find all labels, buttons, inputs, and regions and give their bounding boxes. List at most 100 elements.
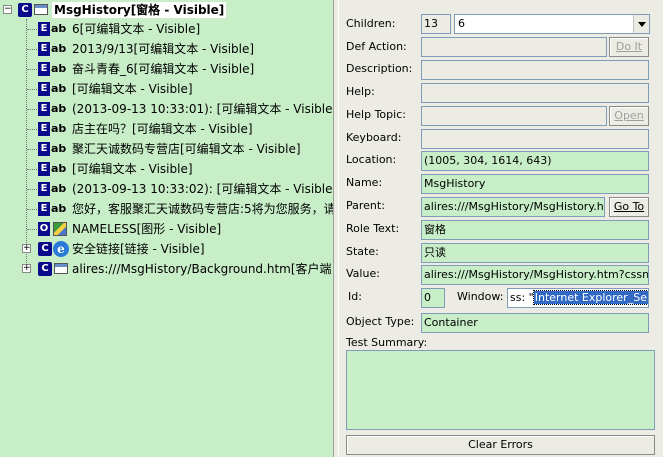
tree-connector	[27, 69, 37, 70]
ab-icon: ab	[51, 22, 67, 35]
children-label: Children:	[346, 17, 396, 30]
tree-node[interactable]: E ab (2013-09-13 10:33:01): [可编辑文本 - Vis…	[0, 99, 333, 119]
tree-connector	[27, 29, 37, 30]
container-icon: C	[38, 242, 52, 256]
tree-connector	[27, 169, 37, 170]
tree-node[interactable]: O NAMELESS[图形 - Visible]	[0, 219, 333, 239]
clear-errors-button[interactable]: Clear Errors	[346, 435, 655, 455]
object-type-field: Container	[421, 313, 649, 333]
window-field-selection: Internet Explorer_Server	[532, 290, 648, 305]
tree-node[interactable]: + C e 安全链接[链接 - Visible]	[0, 239, 333, 259]
tree-node-label: 您好，客服聚汇天诚数码专营店:5将为您服务，请	[72, 202, 333, 216]
def-action-label: Def Action:	[346, 40, 407, 53]
ab-icon: ab	[51, 82, 67, 95]
tree-node[interactable]: E ab 6[可编辑文本 - Visible]	[0, 19, 333, 39]
tree-node-label: 安全链接[链接 - Visible]	[72, 242, 205, 256]
tree-node[interactable]: E ab 2013/9/13[可编辑文本 - Visible]	[0, 39, 333, 59]
window-label: Window:	[457, 290, 504, 303]
keyboard-label: Keyboard:	[346, 131, 402, 144]
tree-connector	[27, 49, 37, 50]
state-field: 只读	[421, 243, 649, 263]
ab-icon: ab	[51, 62, 67, 75]
tree-node-label: alires:///MsgHistory/Background.htm[客户端	[72, 262, 332, 276]
role-text-field: 窗格	[421, 220, 649, 240]
name-label: Name:	[346, 176, 383, 189]
name-field: MsgHistory	[421, 174, 649, 194]
tree-node-label: [可编辑文本 - Visible]	[72, 162, 193, 176]
tree-node[interactable]: E ab [可编辑文本 - Visible]	[0, 79, 333, 99]
graphic-icon	[53, 222, 67, 236]
object-icon: O	[38, 222, 50, 236]
ab-icon: ab	[51, 42, 67, 55]
help-field	[421, 83, 649, 103]
tree-node-label: NAMELESS[图形 - Visible]	[72, 222, 222, 236]
editable-text-icon: E	[38, 62, 50, 76]
ab-icon: ab	[51, 202, 67, 215]
help-topic-field	[421, 106, 607, 126]
tree-connector	[27, 229, 37, 230]
parent-field: alires:///MsgHistory/MsgHistory.htm?c	[421, 197, 605, 217]
children-dropdown-value: 6	[458, 17, 465, 30]
tree-node-root[interactable]: − C MsgHistory[窗格 - Visible]	[0, 0, 333, 20]
editable-text-icon: E	[38, 102, 50, 116]
tree-node[interactable]: E ab 聚汇天诚数码专营店[可编辑文本 - Visible]	[0, 139, 333, 159]
value-field: alires:///MsgHistory/MsgHistory.htm?cssn…	[421, 265, 649, 285]
tree-connector	[27, 109, 37, 110]
id-label: Id:	[348, 290, 362, 303]
editable-text-icon: E	[38, 202, 50, 216]
tree-node[interactable]: E ab 奋斗青春_6[可编辑文本 - Visible]	[0, 59, 333, 79]
tree-node-label: 聚汇天诚数码专营店[可编辑文本 - Visible]	[72, 142, 301, 156]
ab-icon: ab	[51, 122, 67, 135]
ab-icon: ab	[51, 162, 67, 175]
editable-text-icon: E	[38, 42, 50, 56]
ab-icon: ab	[51, 142, 67, 155]
def-action-field	[421, 37, 607, 57]
tree-node[interactable]: + C alires:///MsgHistory/Background.htm[…	[0, 259, 333, 279]
editable-text-icon: E	[38, 142, 50, 156]
open-button[interactable]: Open	[609, 106, 649, 126]
location-label: Location:	[346, 153, 397, 166]
test-summary-label: Test Summary:	[346, 336, 428, 349]
tree-node[interactable]: E ab 店主在吗？[可编辑文本 - Visible]	[0, 119, 333, 139]
help-topic-label: Help Topic:	[346, 108, 406, 121]
state-label: State:	[346, 245, 379, 258]
tree-node[interactable]: E ab 您好，客服聚汇天诚数码专营店:5将为您服务，请	[0, 199, 333, 219]
dropdown-arrow-icon[interactable]	[633, 15, 649, 33]
description-field	[421, 60, 649, 80]
go-to-button[interactable]: Go To	[609, 197, 649, 217]
parent-label: Parent:	[346, 199, 385, 212]
tree-node-label: 店主在吗？[可编辑文本 - Visible]	[72, 122, 253, 136]
expand-icon[interactable]: +	[22, 244, 31, 253]
tree-node-label: 6[可编辑文本 - Visible]	[72, 22, 201, 36]
keyboard-field	[421, 129, 649, 149]
children-dropdown[interactable]: 6	[454, 14, 650, 34]
container-icon: C	[38, 262, 52, 276]
id-field: 0	[421, 288, 445, 308]
window-icon	[34, 4, 48, 15]
description-label: Description:	[346, 62, 413, 75]
client-window-icon	[54, 263, 68, 274]
tree-connector	[27, 129, 37, 130]
tree-node[interactable]: E ab [可编辑文本 - Visible]	[0, 159, 333, 179]
tree-node-label: 2013/9/13[可编辑文本 - Visible]	[72, 42, 255, 56]
expand-icon[interactable]: +	[22, 264, 31, 273]
container-icon: C	[18, 3, 32, 17]
window-field[interactable]: ss: "Internet Explorer_Server	[507, 288, 649, 308]
tree-node-label: MsgHistory[窗格 - Visible]	[52, 2, 227, 18]
link-icon: e	[53, 241, 69, 257]
editable-text-icon: E	[38, 22, 50, 36]
location-field: (1005, 304, 1614, 643)	[421, 151, 649, 171]
tree-node-label: [可编辑文本 - Visible]	[72, 82, 193, 96]
test-summary-box[interactable]	[346, 350, 655, 430]
tree-node[interactable]: E ab (2013-09-13 10:33:02): [可编辑文本 - Vis…	[0, 179, 333, 199]
children-count: 13	[421, 14, 451, 34]
help-label: Help:	[346, 85, 375, 98]
do-it-button[interactable]: Do It	[609, 37, 649, 57]
editable-text-icon: E	[38, 122, 50, 136]
value-label: Value:	[346, 267, 380, 280]
tree-connector	[27, 89, 37, 90]
collapse-icon[interactable]: −	[3, 5, 12, 14]
role-text-label: Role Text:	[346, 222, 400, 235]
accessibility-tree[interactable]: − C MsgHistory[窗格 - Visible] E ab 6[可编辑文…	[0, 0, 333, 457]
properties-panel: Children: 13 6 Def Action: Do It Descrip…	[339, 0, 663, 457]
